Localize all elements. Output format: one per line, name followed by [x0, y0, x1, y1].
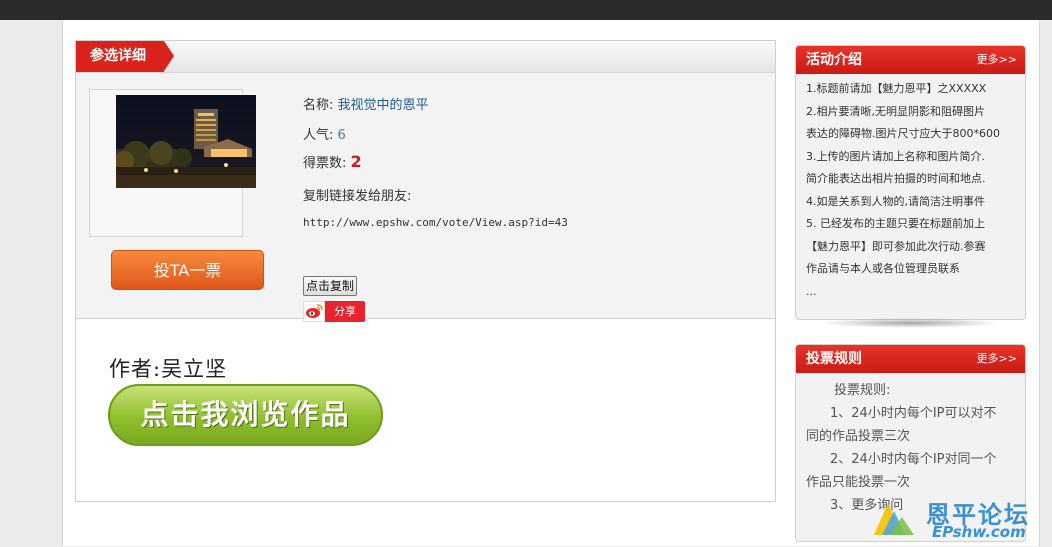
votes-label: 得票数: [303, 156, 347, 171]
detail-panel-header: 参选详细 [76, 41, 775, 73]
section-title: 参选详细 [76, 41, 174, 72]
activity-intro-title: 活动介绍 [806, 52, 862, 68]
watermark-en: EPshw.com [932, 523, 1026, 541]
weibo-icon [303, 301, 325, 322]
activity-line: 作品请与本人或各位管理员联系 [806, 262, 960, 275]
activity-line: 【魅力恩平】即可参加此次行动.参赛 [806, 239, 986, 253]
entry-photo[interactable] [116, 95, 256, 188]
popularity-label: 人气: [303, 128, 334, 143]
popularity-row: 人气: 6 [303, 124, 346, 143]
popularity-value: 6 [337, 128, 346, 143]
rules-line: 1、24小时内每个IP可以对不 [830, 406, 997, 421]
activity-intro-text: 1.标题前请加【魅力恩平】之XXXXX 2.相片要清晰,无明显阴影和阻碍图片 表… [796, 74, 1025, 303]
rules-line: 投票规则: [834, 383, 891, 398]
rules-more-link[interactable]: 更多>> [977, 345, 1017, 373]
activity-line: 4.如是关系到人物的,请简洁注明事件 [806, 194, 985, 208]
copy-link-button[interactable]: 点击复制 [303, 276, 358, 296]
author-name: 作者:吴立坚 [109, 357, 228, 381]
activity-line: 简介能表达出相片拍摄的时间和地点. [806, 172, 986, 185]
votes-row: 得票数: 2 [303, 152, 362, 171]
box-shadow [820, 318, 1000, 328]
vote-button[interactable]: 投TA一票 [111, 250, 264, 290]
weibo-share-button[interactable]: 分享 [303, 301, 365, 322]
share-url[interactable]: http://www.epshw.com/vote/View.asp?id=43 [303, 216, 568, 229]
forum-watermark-logo: 恩平论坛 EPshw.com [868, 495, 1050, 543]
photo-frame[interactable] [89, 89, 256, 237]
activity-intro-box: 活动介绍 更多>> 1.标题前请加【魅力恩平】之XXXXX 2.相片要清晰,无明… [795, 45, 1026, 320]
browse-works-button[interactable]: 点击我浏览作品 [108, 384, 383, 446]
rules-line: 同的作品投票三次 [806, 429, 911, 444]
activity-intro-header: 活动介绍 更多>> [796, 46, 1025, 74]
share-button-label: 分享 [325, 301, 365, 322]
activity-line: ... [806, 284, 817, 298]
voting-rules-header: 投票规则 更多>> [796, 345, 1025, 373]
detail-panel: 参选详细 投TA一票 名称: 我视觉中的恩平 人气: 6 得票数: 2 复制链接… [75, 40, 776, 502]
detail-info-area: 投TA一票 名称: 我视觉中的恩平 人气: 6 得票数: 2 复制链接发给朋友:… [76, 73, 775, 322]
name-row: 名称: 我视觉中的恩平 [303, 94, 429, 113]
voting-rules-title: 投票规则 [806, 351, 862, 367]
activity-line: 2.相片要清晰,无明显阴影和阻碍图片 [806, 104, 985, 118]
name-label: 名称: [303, 98, 334, 113]
top-bar [0, 0, 1052, 20]
activity-line: 1.标题前请加【魅力恩平】之XXXXX [806, 82, 987, 95]
activity-more-link[interactable]: 更多>> [977, 46, 1017, 74]
rules-line: 作品只能投票一次 [806, 475, 911, 490]
name-value[interactable]: 我视觉中的恩平 [338, 98, 429, 113]
share-label: 复制链接发给朋友: [303, 189, 412, 204]
rules-line: 2、24小时内每个IP对同一个 [830, 452, 997, 467]
activity-line: 5. 已经发布的主题只要在标题前加上 [806, 217, 985, 230]
votes-value: 2 [350, 152, 362, 171]
activity-line: 3.上传的图片请加上名称和图片简介. [806, 149, 985, 163]
activity-line: 表达的障碍物.图片尺寸应大于800*600 [806, 127, 1000, 140]
